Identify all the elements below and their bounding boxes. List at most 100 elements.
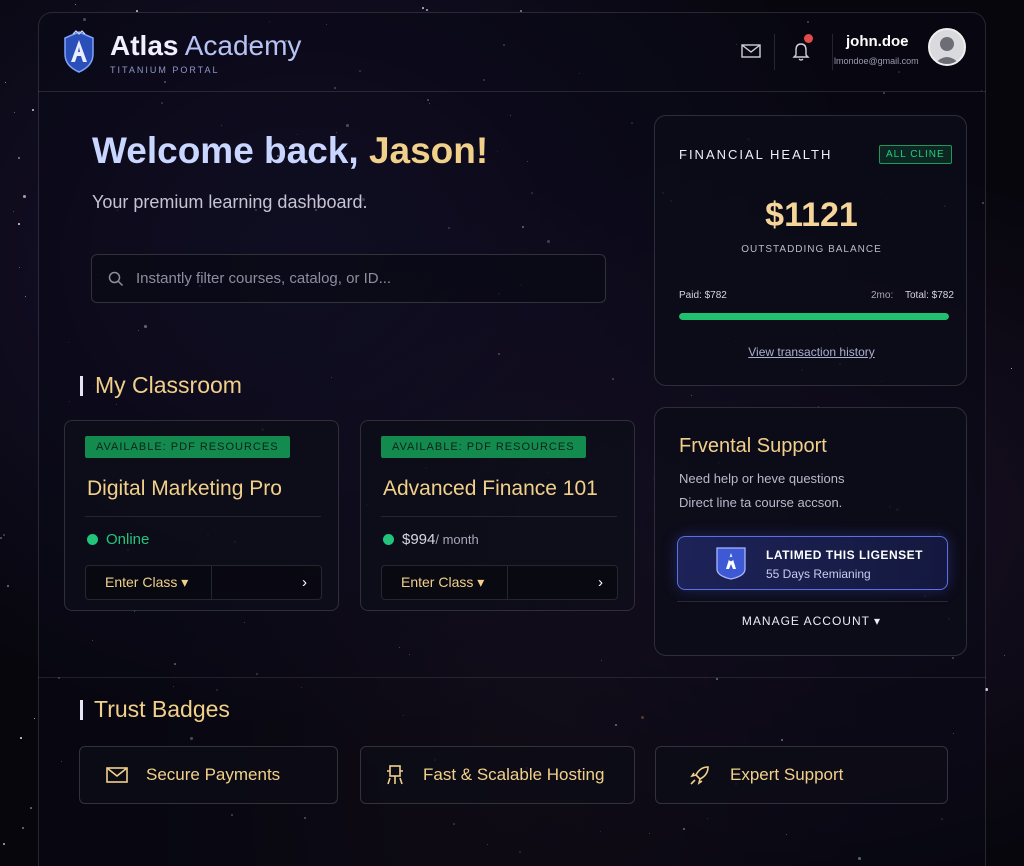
avatar[interactable] bbox=[928, 28, 966, 66]
brand-name: Atlas Academy bbox=[110, 30, 301, 62]
star bbox=[22, 827, 24, 829]
card-divider bbox=[381, 516, 617, 517]
star bbox=[3, 534, 5, 536]
button-divider bbox=[211, 566, 212, 599]
envelope-icon bbox=[106, 767, 128, 783]
welcome-heading: Welcome back, Jason! bbox=[92, 130, 488, 172]
star bbox=[426, 9, 428, 11]
bell-icon[interactable] bbox=[790, 40, 812, 62]
star bbox=[30, 807, 32, 809]
user-email: lmondoe@gmail.com bbox=[834, 56, 919, 66]
support-text: Need help or heve questions bbox=[679, 471, 845, 486]
card-divider bbox=[85, 516, 321, 517]
star bbox=[18, 157, 20, 159]
trust-badges-title: Trust Badges bbox=[94, 696, 230, 722]
star bbox=[7, 585, 9, 587]
support-card: Frvental Support Need help or heve quest… bbox=[654, 407, 967, 656]
manage-account-button[interactable]: MANAGE ACCOUNT ▾ bbox=[655, 614, 968, 628]
license-shield-icon bbox=[716, 547, 746, 580]
user-silhouette-icon bbox=[934, 37, 960, 64]
license-title: LATIMED THIS LIGENSET bbox=[766, 548, 923, 562]
greeting-text: Welcome back, bbox=[92, 130, 369, 171]
user-first-name: Jason! bbox=[368, 130, 489, 171]
star bbox=[3, 843, 5, 845]
online-status-dot bbox=[87, 534, 98, 545]
star bbox=[34, 718, 35, 719]
header-divider bbox=[832, 34, 833, 70]
expert-support-badge[interactable]: Expert Support bbox=[655, 746, 948, 804]
button-divider bbox=[507, 566, 508, 599]
support-text: Direct line ta course accson. bbox=[679, 495, 843, 510]
support-title: Frvental Support bbox=[679, 435, 827, 457]
search-bar[interactable] bbox=[91, 254, 606, 303]
transaction-history-link[interactable]: View transaction history bbox=[655, 345, 968, 359]
star bbox=[18, 223, 20, 225]
status-badge: ALL CLINE bbox=[879, 145, 952, 164]
course-card: AVAILABLE: PDF RESOURCES Digital Marketi… bbox=[64, 420, 339, 611]
top-header: Atlas Academy TITANIUM PORTAL john.doe l… bbox=[38, 12, 986, 92]
star bbox=[1011, 368, 1012, 369]
course-card: AVAILABLE: PDF RESOURCES Advanced Financ… bbox=[360, 420, 635, 611]
star bbox=[422, 7, 424, 9]
star bbox=[20, 737, 22, 739]
star bbox=[32, 109, 34, 111]
secure-payments-badge[interactable]: Secure Payments bbox=[79, 746, 338, 804]
chevron-right-icon[interactable]: › bbox=[302, 574, 307, 591]
enter-class-label: Enter Class ▾ bbox=[401, 574, 485, 590]
status-text: Online bbox=[106, 531, 150, 548]
badge-label: Secure Payments bbox=[146, 765, 281, 784]
section-divider bbox=[38, 677, 986, 678]
my-classroom-title: My Classroom bbox=[95, 372, 242, 398]
header-divider bbox=[774, 34, 775, 70]
course-status: Online bbox=[87, 531, 149, 548]
resources-badge: AVAILABLE: PDF RESOURCES bbox=[381, 436, 586, 458]
star bbox=[5, 82, 6, 83]
price-period: / month bbox=[435, 532, 479, 547]
enter-class-label: Enter Class ▾ bbox=[105, 574, 189, 590]
mail-icon[interactable] bbox=[740, 40, 762, 62]
brand-bold: Atlas bbox=[110, 30, 179, 61]
financial-title: FINANCIAL HEALTH bbox=[679, 147, 833, 162]
hosting-badge[interactable]: Fast & Scalable Hosting bbox=[360, 746, 635, 804]
section-accent-bar bbox=[80, 376, 83, 396]
status-dot bbox=[383, 534, 394, 545]
username[interactable]: john.doe bbox=[846, 33, 909, 50]
star bbox=[75, 4, 76, 5]
brand-subtitle: TITANIUM PORTAL bbox=[110, 65, 220, 75]
server-icon bbox=[387, 765, 403, 785]
price-value: $994 bbox=[402, 531, 436, 548]
atlas-logo-icon bbox=[64, 30, 94, 73]
resources-badge: AVAILABLE: PDF RESOURCES bbox=[85, 436, 290, 458]
course-title: Advanced Finance 101 bbox=[383, 477, 598, 500]
enter-class-button[interactable]: Enter Class ▾ › bbox=[85, 565, 322, 600]
search-icon bbox=[108, 271, 124, 286]
star bbox=[23, 195, 26, 198]
search-input[interactable] bbox=[136, 270, 576, 287]
star bbox=[25, 296, 26, 297]
badge-label: Expert Support bbox=[730, 765, 844, 784]
star bbox=[0, 537, 2, 539]
paid-amount: Paid: $782 bbox=[679, 290, 727, 301]
payment-progress-fill bbox=[679, 313, 949, 320]
card-divider bbox=[677, 601, 948, 602]
total-amount: Total: $782 bbox=[905, 290, 954, 301]
welcome-subtitle: Your premium learning dashboard. bbox=[92, 192, 368, 212]
chevron-right-icon[interactable]: › bbox=[598, 574, 603, 591]
star bbox=[13, 211, 14, 212]
period-label: 2mo: bbox=[871, 290, 894, 301]
balance-amount: $1121 bbox=[765, 196, 858, 234]
license-days-remaining: 55 Days Remianing bbox=[766, 567, 871, 581]
section-accent-bar bbox=[80, 700, 83, 720]
license-banner[interactable]: LATIMED THIS LIGENSET 55 Days Remianing bbox=[677, 536, 948, 590]
rocket-icon bbox=[690, 766, 709, 785]
balance-label: OUTSTADDING BALANCE bbox=[741, 244, 882, 255]
financial-health-card: FINANCIAL HEALTH ALL CLINE $1121 OUTSTAD… bbox=[654, 115, 967, 386]
badge-label: Fast & Scalable Hosting bbox=[423, 765, 605, 784]
star bbox=[1004, 655, 1005, 656]
enter-class-button[interactable]: Enter Class ▾ › bbox=[381, 565, 618, 600]
course-price: $994 / month bbox=[383, 531, 479, 548]
notification-dot bbox=[804, 34, 813, 43]
star bbox=[14, 112, 15, 113]
star bbox=[19, 267, 20, 268]
brand-light: Academy bbox=[178, 30, 302, 61]
